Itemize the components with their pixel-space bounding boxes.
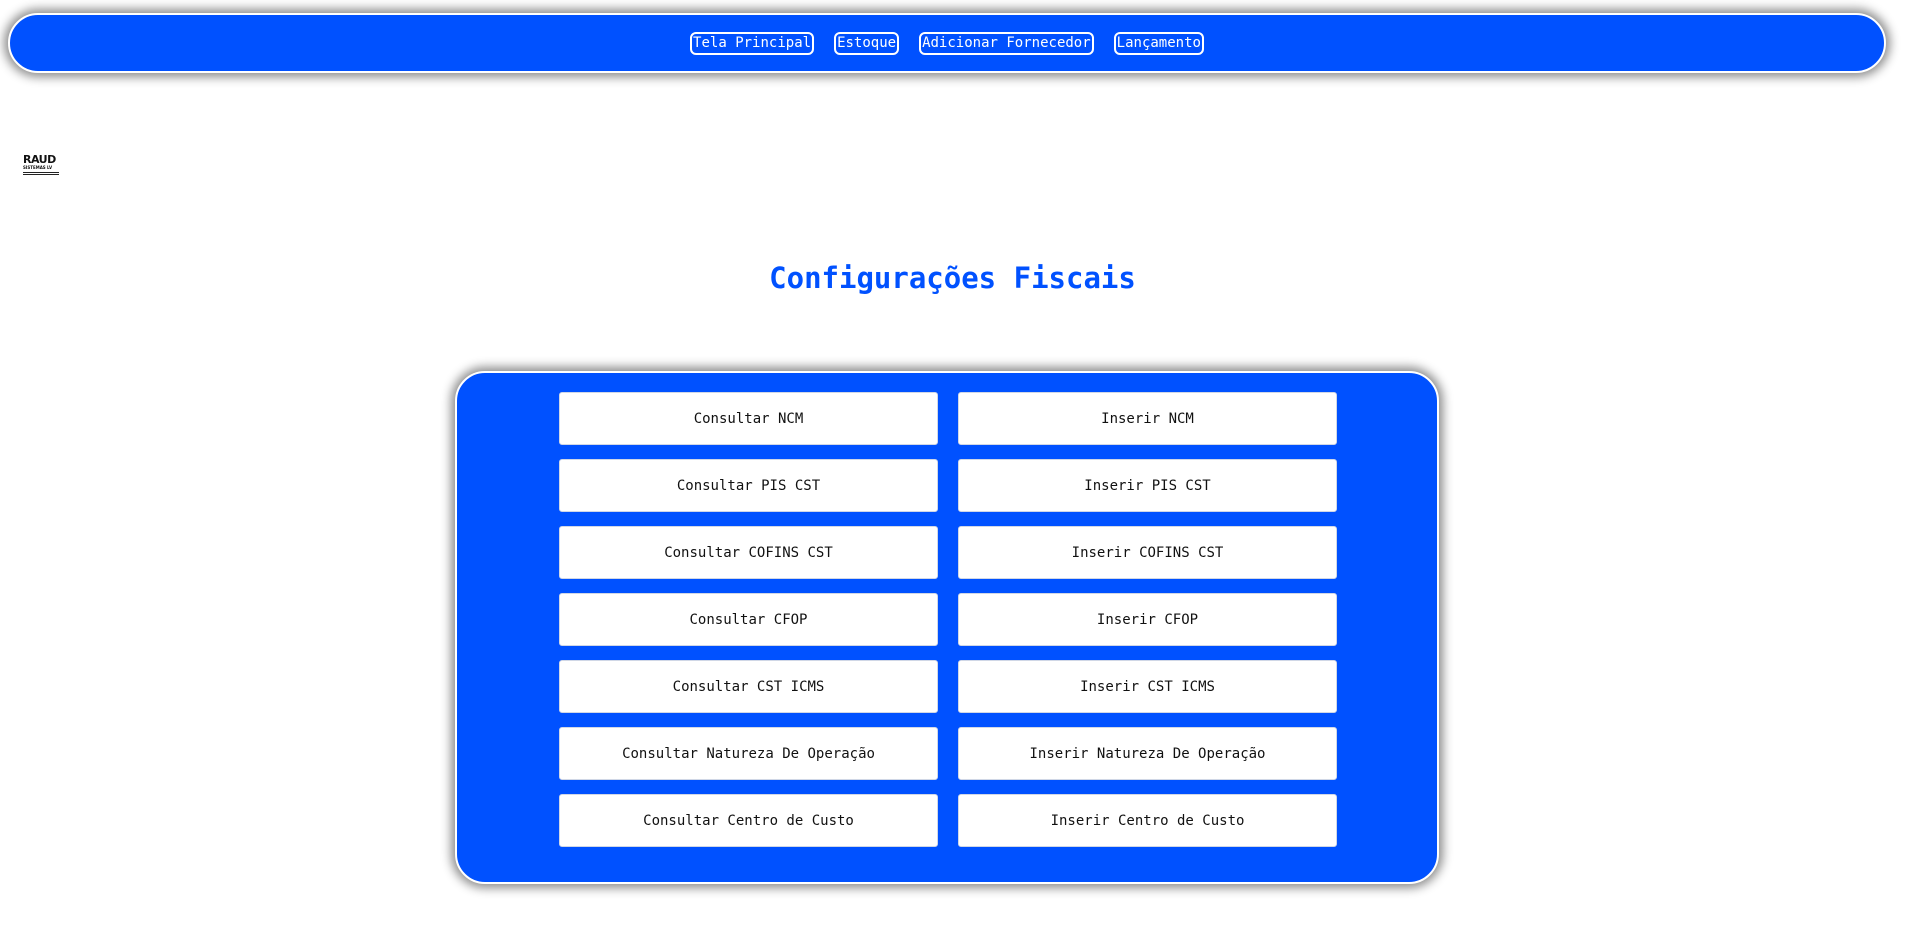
inserir-pis-cst-button[interactable]: Inserir PIS CST xyxy=(958,459,1337,512)
logo-name: RAUD xyxy=(23,153,56,166)
fiscal-config-panel: Consultar NCM Inserir NCM Consultar PIS … xyxy=(455,371,1439,884)
nav-tela-principal-button[interactable]: Tela Principal xyxy=(690,31,815,55)
consultar-cofins-cst-button[interactable]: Consultar COFINS CST xyxy=(559,526,938,579)
inserir-cfop-button[interactable]: Inserir CFOP xyxy=(958,593,1337,646)
raud-logo: RAUD SISTEMAS LV xyxy=(23,154,61,180)
nav-estoque-button[interactable]: Estoque xyxy=(834,31,900,55)
logo-divider xyxy=(23,174,59,175)
consultar-pis-cst-button[interactable]: Consultar PIS CST xyxy=(559,459,938,512)
inserir-ncm-button[interactable]: Inserir NCM xyxy=(958,392,1337,445)
nav-lancamento-button[interactable]: Lançamento xyxy=(1113,31,1204,55)
nav-adicionar-fornecedor-button[interactable]: Adicionar Fornecedor xyxy=(919,31,1094,55)
inserir-cofins-cst-button[interactable]: Inserir COFINS CST xyxy=(958,526,1337,579)
inserir-centro-custo-button[interactable]: Inserir Centro de Custo xyxy=(958,794,1337,847)
page-title: Configurações Fiscais xyxy=(769,261,1136,295)
inserir-natureza-operacao-button[interactable]: Inserir Natureza De Operação xyxy=(958,727,1337,780)
consultar-cfop-button[interactable]: Consultar CFOP xyxy=(559,593,938,646)
fiscal-button-grid: Consultar NCM Inserir NCM Consultar PIS … xyxy=(559,392,1337,847)
logo-divider xyxy=(23,172,59,173)
consultar-cst-icms-button[interactable]: Consultar CST ICMS xyxy=(559,660,938,713)
top-navbar: Tela Principal Estoque Adicionar Fornece… xyxy=(8,13,1886,73)
inserir-cst-icms-button[interactable]: Inserir CST ICMS xyxy=(958,660,1337,713)
consultar-natureza-operacao-button[interactable]: Consultar Natureza De Operação xyxy=(559,727,938,780)
consultar-centro-custo-button[interactable]: Consultar Centro de Custo xyxy=(559,794,938,847)
consultar-ncm-button[interactable]: Consultar NCM xyxy=(559,392,938,445)
